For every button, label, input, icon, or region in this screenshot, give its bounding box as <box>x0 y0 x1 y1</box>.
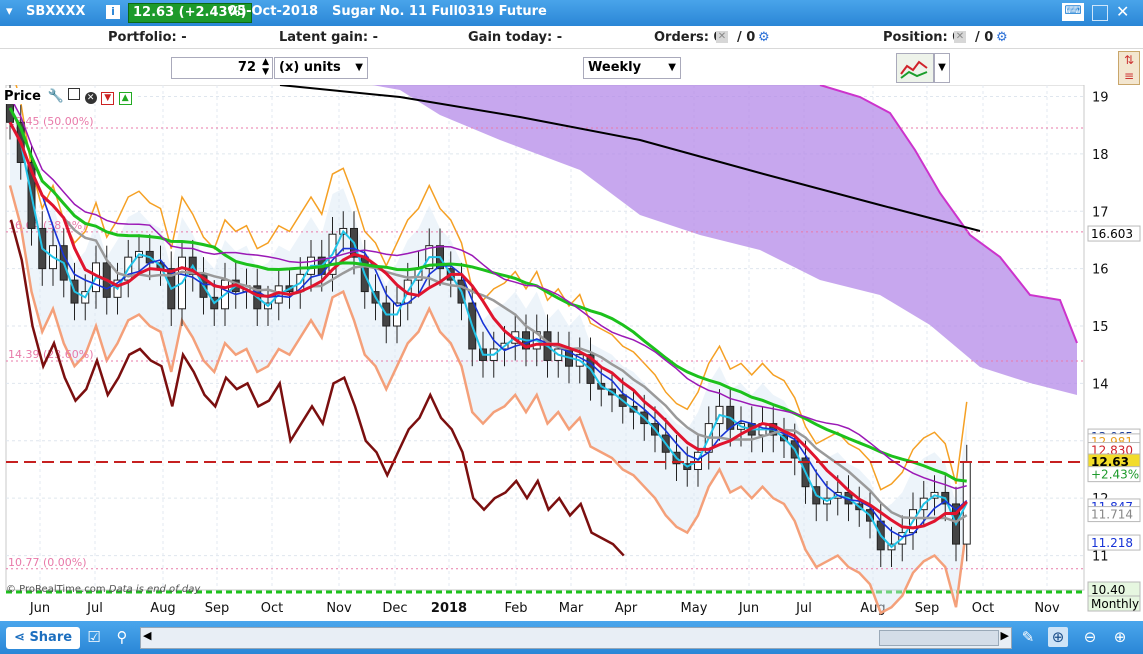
y-tick-label: 16 <box>1092 263 1109 278</box>
horizontal-scrollbar[interactable]: ◀ ▶ <box>140 627 1012 649</box>
price-label: 10.40 <box>1091 583 1125 597</box>
move-down-icon[interactable]: ▼ <box>101 92 115 105</box>
share-icon: ⋖ <box>14 630 25 645</box>
x-tick-label: Sep <box>915 601 940 616</box>
price-label: 11.218 <box>1091 536 1133 550</box>
indicators-icon[interactable] <box>896 53 934 83</box>
price-label: Monthly <box>1091 597 1139 611</box>
x-tick-label: Apr <box>615 601 638 616</box>
y-tick-label: 14 <box>1092 377 1109 392</box>
zoom-in-icon[interactable]: ⊕ <box>1110 627 1130 647</box>
symbol-label[interactable]: SBXXXX <box>26 4 85 19</box>
units-select[interactable]: (x) units ▼ <box>274 57 368 79</box>
info-icon[interactable]: i <box>106 5 120 19</box>
units-select-label: (x) units <box>279 60 341 75</box>
toolbar: 72 ▲ ▼ (x) units ▼ Weekly ▼ ▼ ⇅ ≡ <box>0 49 1143 85</box>
copyright-note: © ProRealTime.com Data is end of day <box>6 584 200 595</box>
share-button[interactable]: ⋖ Share <box>6 627 81 649</box>
fibonacci-label: 10.77 (0.00%) <box>8 556 87 569</box>
instrument-label: Sugar No. 11 Full0319 Future <box>332 4 547 19</box>
keyboard-icon[interactable]: ⌨ <box>1062 3 1084 21</box>
chevron-down-icon: ▼ <box>355 62 363 73</box>
x-tick-label: Mar <box>559 601 584 616</box>
gain-today-label: Gain today: - <box>468 30 563 45</box>
x-tick-label: Nov <box>1034 601 1060 616</box>
orders-total-label: / 0 <box>737 30 756 45</box>
units-stepper-icon[interactable]: ▲ ▼ <box>262 57 269 77</box>
share-label: Share <box>29 630 73 645</box>
price-label: 16.603 <box>1091 227 1133 241</box>
maximize-icon[interactable] <box>1092 5 1108 21</box>
scroll-left-icon[interactable]: ◀ <box>143 629 151 642</box>
date-label: 05-Oct-2018 <box>228 4 319 19</box>
x-tick-label: Jun <box>29 601 50 616</box>
tools-icon[interactable]: ⇅ ≡ <box>1118 51 1140 85</box>
position-total-label: / 0 <box>975 30 994 45</box>
price-panel-label: Price <box>4 89 41 104</box>
draw-icon[interactable]: ✎ <box>1018 627 1038 647</box>
x-tick-label: May <box>681 601 708 616</box>
orders-settings-icon[interactable]: ⚙ <box>758 30 770 45</box>
title-bar: ▾ SBXXXX i 12.63 (+2.43%) 05-Oct-2018 Su… <box>0 0 1143 26</box>
portfolio-label: Portfolio: - <box>108 30 187 45</box>
close-icon[interactable]: ✕ <box>84 92 97 104</box>
x-tick-label: 2018 <box>431 601 467 616</box>
pin-icon[interactable]: ⚲ <box>112 627 132 647</box>
orders-label: Orders: 0 <box>654 30 723 45</box>
data-note: Data is end of day <box>108 584 201 595</box>
zoom-out-icon[interactable]: ⊖ <box>1080 627 1100 647</box>
x-tick-label: Jul <box>86 601 103 616</box>
x-tick-label: Feb <box>504 601 527 616</box>
x-tick-label: Oct <box>261 601 283 616</box>
position-cancel-icon[interactable]: ✕ <box>954 31 966 43</box>
y-tick-label: 18 <box>1092 148 1109 163</box>
indicators-dropdown[interactable]: ▼ <box>934 53 950 83</box>
bottom-bar: ⋖ Share ☑ ⚲ ◀ ▶ ✎ ⊕ ⊖ ⊕ <box>0 621 1143 654</box>
scroll-right-icon[interactable]: ▶ <box>1001 629 1009 642</box>
position-settings-icon[interactable]: ⚙ <box>996 30 1008 45</box>
info-bar: Portfolio: - Latent gain: - Gain today: … <box>0 26 1143 49</box>
x-tick-label: Jun <box>738 601 759 616</box>
y-tick-label: 17 <box>1092 205 1109 220</box>
zoom-fit-icon[interactable]: ⊕ <box>1048 627 1068 647</box>
x-tick-label: Dec <box>382 601 407 616</box>
price-chart[interactable]: 191817161514131211JunJulAugSepOctNovDec2… <box>0 61 1143 621</box>
position-label: Position: 0 <box>883 30 962 45</box>
price-label: +2.43% <box>1091 468 1139 482</box>
checklist-icon[interactable]: ☑ <box>84 627 104 647</box>
indicators-icon-glyph <box>900 60 928 79</box>
move-up-icon[interactable]: ▲ <box>118 92 132 105</box>
units-value: 72 <box>237 60 256 75</box>
units-input[interactable]: 72 ▲ ▼ <box>171 57 273 79</box>
price-label: 11.714 <box>1091 508 1133 522</box>
duplicate-icon[interactable] <box>68 88 81 100</box>
x-tick-label: Jul <box>795 601 812 616</box>
y-tick-label: 11 <box>1092 550 1109 565</box>
chart-area[interactable]: 191817161514131211JunJulAugSepOctNovDec2… <box>0 61 1143 621</box>
copyright-text: © ProRealTime.com <box>6 584 106 595</box>
orders-cancel-icon[interactable]: ✕ <box>716 31 728 43</box>
close-window-icon[interactable]: ✕ <box>1116 2 1129 21</box>
x-tick-label: Nov <box>326 601 352 616</box>
x-tick-label: Sep <box>205 601 230 616</box>
timeframe-select[interactable]: Weekly ▼ <box>583 57 681 79</box>
y-tick-label: 19 <box>1092 90 1109 105</box>
scroll-thumb[interactable] <box>879 630 999 646</box>
timeframe-label: Weekly <box>588 60 642 75</box>
ticker-menu-icon[interactable]: ▾ <box>6 4 13 19</box>
latent-gain-label: Latent gain: - <box>279 30 378 45</box>
x-tick-label: Oct <box>972 601 994 616</box>
chevron-down-icon: ▼ <box>668 62 676 73</box>
y-tick-label: 15 <box>1092 320 1109 335</box>
panel-header: Price 🔧 ✕ ▼ ▲ <box>4 88 136 105</box>
properties-icon[interactable]: 🔧 <box>47 89 63 104</box>
x-tick-label: Aug <box>150 601 175 616</box>
